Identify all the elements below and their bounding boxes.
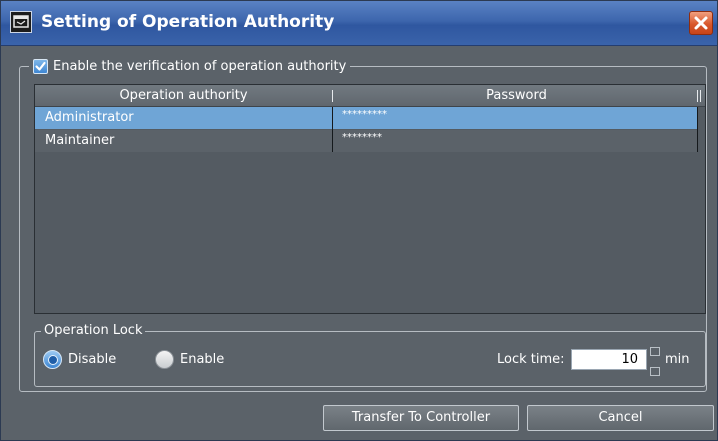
authority-table: Operation authority Password Administrat… — [34, 84, 706, 314]
checkmark-icon — [35, 61, 46, 71]
verification-legend: Enable the verification of operation aut… — [29, 56, 351, 76]
enable-verification-checkbox[interactable] — [33, 58, 48, 74]
enable-radio-option[interactable]: Enable — [155, 350, 224, 369]
enable-verification-label[interactable]: Enable the verification of operation aut… — [53, 59, 346, 74]
lock-time-decrement[interactable] — [650, 367, 660, 376]
authority-cell: Administrator — [45, 110, 134, 125]
enable-radio[interactable] — [155, 350, 174, 369]
window-title: Setting of Operation Authority — [41, 12, 335, 32]
column-separator — [700, 90, 701, 102]
lock-time-input[interactable]: 10 — [571, 349, 647, 370]
table-row[interactable]: Maintainer ******** — [35, 130, 697, 152]
lock-time-increment[interactable] — [650, 347, 660, 356]
table-row[interactable]: Administrator ********* — [35, 107, 697, 129]
column-header-password[interactable]: Password — [334, 85, 699, 106]
column-divider — [332, 107, 333, 152]
close-button[interactable] — [689, 11, 713, 35]
radio-dot-icon — [47, 354, 58, 365]
password-cell[interactable]: ******** — [342, 132, 382, 144]
column-separator[interactable] — [697, 90, 698, 102]
disable-label[interactable]: Disable — [68, 352, 116, 367]
disable-radio[interactable] — [43, 350, 62, 369]
dialog-window: Setting of Operation Authority Enable th… — [0, 0, 718, 441]
column-header-authority[interactable]: Operation authority — [35, 85, 332, 106]
enable-label[interactable]: Enable — [180, 352, 224, 367]
transfer-to-controller-button[interactable]: Transfer To Controller — [323, 405, 519, 431]
column-divider — [697, 107, 698, 152]
app-window-icon — [10, 11, 32, 33]
authority-cell: Maintainer — [45, 133, 115, 148]
lock-time-label: Lock time: — [497, 352, 565, 367]
column-separator[interactable] — [332, 90, 333, 102]
cancel-button[interactable]: Cancel — [527, 405, 714, 431]
title-bar: Setting of Operation Authority — [1, 1, 717, 46]
close-icon — [694, 16, 708, 30]
operation-lock-label: Operation Lock — [41, 322, 146, 340]
lock-time-unit: min — [665, 352, 690, 367]
disable-radio-option[interactable]: Disable — [43, 350, 116, 369]
table-header: Operation authority Password — [35, 85, 705, 107]
password-cell[interactable]: ********* — [342, 109, 387, 121]
